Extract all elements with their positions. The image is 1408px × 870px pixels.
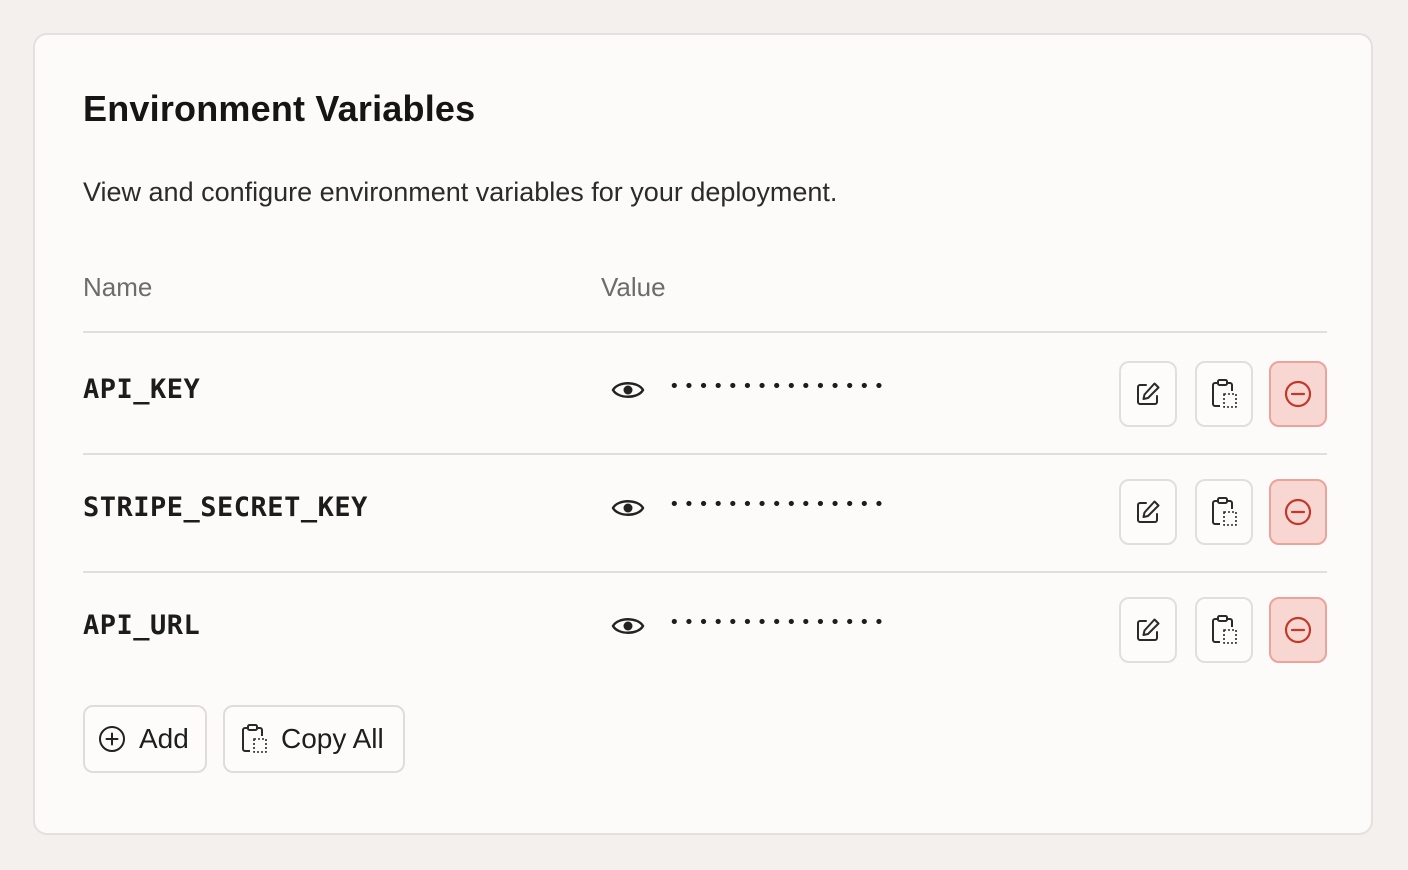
masked-value: ••••••••••••••• — [669, 376, 889, 397]
table-row: API_KEY ••••••••••••••• — [83, 333, 1327, 449]
remove-button[interactable] — [1269, 597, 1327, 663]
masked-value: ••••••••••••••• — [669, 612, 889, 633]
table-row: STRIPE_SECRET_KEY ••••••••••••••• — [83, 451, 1327, 567]
edit-button[interactable] — [1119, 597, 1177, 663]
copy-all-button[interactable]: Copy All — [223, 705, 405, 773]
remove-icon — [1284, 616, 1312, 644]
copy-icon — [1212, 615, 1237, 644]
variable-name: API_URL — [83, 610, 201, 641]
copy-icon — [242, 724, 267, 753]
edit-icon — [1137, 500, 1160, 523]
remove-icon — [1284, 380, 1312, 408]
env-vars-card: Environment Variables View and configure… — [33, 33, 1373, 835]
column-header-value: Value — [601, 272, 666, 302]
card-subtitle: View and configure environment variables… — [83, 177, 838, 207]
remove-button[interactable] — [1269, 479, 1327, 545]
copy-button[interactable] — [1195, 597, 1253, 663]
eye-icon[interactable] — [611, 495, 645, 521]
copy-icon — [1212, 379, 1237, 408]
plus-circle-icon — [99, 726, 125, 752]
copy-button[interactable] — [1195, 479, 1253, 545]
copy-all-button-label: Copy All — [281, 723, 384, 754]
edit-button[interactable] — [1119, 361, 1177, 427]
copy-icon — [1212, 497, 1237, 526]
edit-button[interactable] — [1119, 479, 1177, 545]
copy-button[interactable] — [1195, 361, 1253, 427]
masked-value: ••••••••••••••• — [669, 494, 889, 515]
eye-icon[interactable] — [611, 613, 645, 639]
variable-name: API_KEY — [83, 374, 201, 405]
add-variable-button[interactable]: Add — [83, 705, 207, 773]
variable-name: STRIPE_SECRET_KEY — [83, 492, 368, 523]
edit-icon — [1137, 382, 1160, 405]
edit-icon — [1137, 618, 1160, 641]
remove-icon — [1284, 498, 1312, 526]
remove-button[interactable] — [1269, 361, 1327, 427]
eye-icon[interactable] — [611, 377, 645, 403]
card-title: Environment Variables — [83, 88, 476, 129]
add-button-label: Add — [139, 723, 189, 754]
column-header-name: Name — [83, 272, 153, 302]
table-row: API_URL ••••••••••••••• — [83, 569, 1327, 685]
